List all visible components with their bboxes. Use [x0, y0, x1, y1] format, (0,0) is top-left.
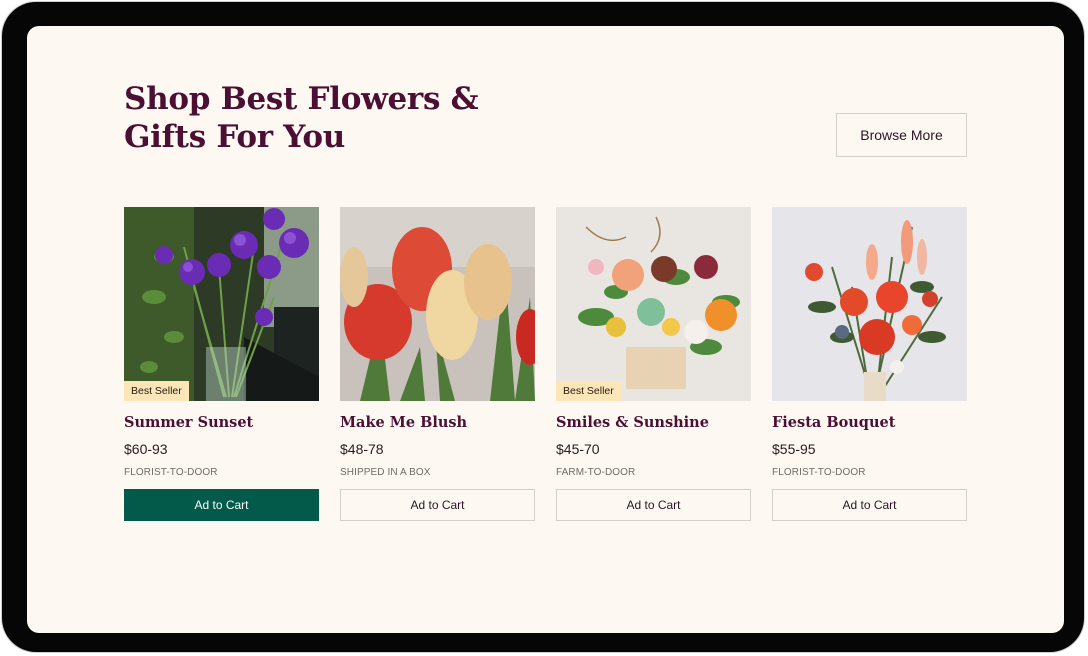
- product-name[interactable]: Smiles & Sunshine: [556, 414, 751, 434]
- add-to-cart-button[interactable]: Ad to Cart: [772, 489, 967, 521]
- product-name[interactable]: Summer Sunset: [124, 414, 319, 434]
- product-shipping: FLORIST-TO-DOOR: [124, 467, 218, 478]
- red-bouquet-photo-icon: [772, 207, 967, 401]
- screen: Shop Best Flowers & Gifts For You Browse…: [27, 26, 1064, 633]
- product-card[interactable]: Best Seller Smiles & Sunshine $45-70 FAR…: [556, 207, 751, 521]
- section-title: Shop Best Flowers & Gifts For You: [124, 81, 479, 155]
- purple-lisianthus-photo-icon: [124, 207, 319, 401]
- product-name[interactable]: Fiesta Bouquet: [772, 414, 967, 434]
- product-image[interactable]: Best Seller: [556, 207, 751, 401]
- product-shipping: FARM-TO-DOOR: [556, 467, 636, 478]
- browse-more-button[interactable]: Browse More: [836, 113, 967, 157]
- product-image[interactable]: Best Seller: [124, 207, 319, 401]
- product-shipping: SHIPPED IN A BOX: [340, 467, 431, 478]
- add-to-cart-button[interactable]: Ad to Cart: [556, 489, 751, 521]
- product-card[interactable]: Make Me Blush $48-78 SHIPPED IN A BOX Ad…: [340, 207, 535, 521]
- add-to-cart-button[interactable]: Ad to Cart: [124, 489, 319, 521]
- product-card[interactable]: Fiesta Bouquet $55-95 FLORIST-TO-DOOR Ad…: [772, 207, 967, 521]
- product-shipping: FLORIST-TO-DOOR: [772, 467, 866, 478]
- product-price: $48-78: [340, 441, 384, 457]
- product-price: $45-70: [556, 441, 600, 457]
- product-price: $60-93: [124, 441, 168, 457]
- tablet-frame: Shop Best Flowers & Gifts For You Browse…: [2, 2, 1084, 652]
- product-card[interactable]: Best Seller Summer Sunset $60-93 FLORIST…: [124, 207, 319, 521]
- product-name[interactable]: Make Me Blush: [340, 414, 535, 434]
- product-image[interactable]: [340, 207, 535, 401]
- flower-box-arrangement-photo-icon: [556, 207, 751, 401]
- product-image[interactable]: [772, 207, 967, 401]
- best-seller-badge: Best Seller: [556, 381, 621, 401]
- product-price: $55-95: [772, 441, 816, 457]
- tulips-photo-icon: [340, 207, 535, 401]
- add-to-cart-button[interactable]: Ad to Cart: [340, 489, 535, 521]
- best-seller-badge: Best Seller: [124, 381, 189, 401]
